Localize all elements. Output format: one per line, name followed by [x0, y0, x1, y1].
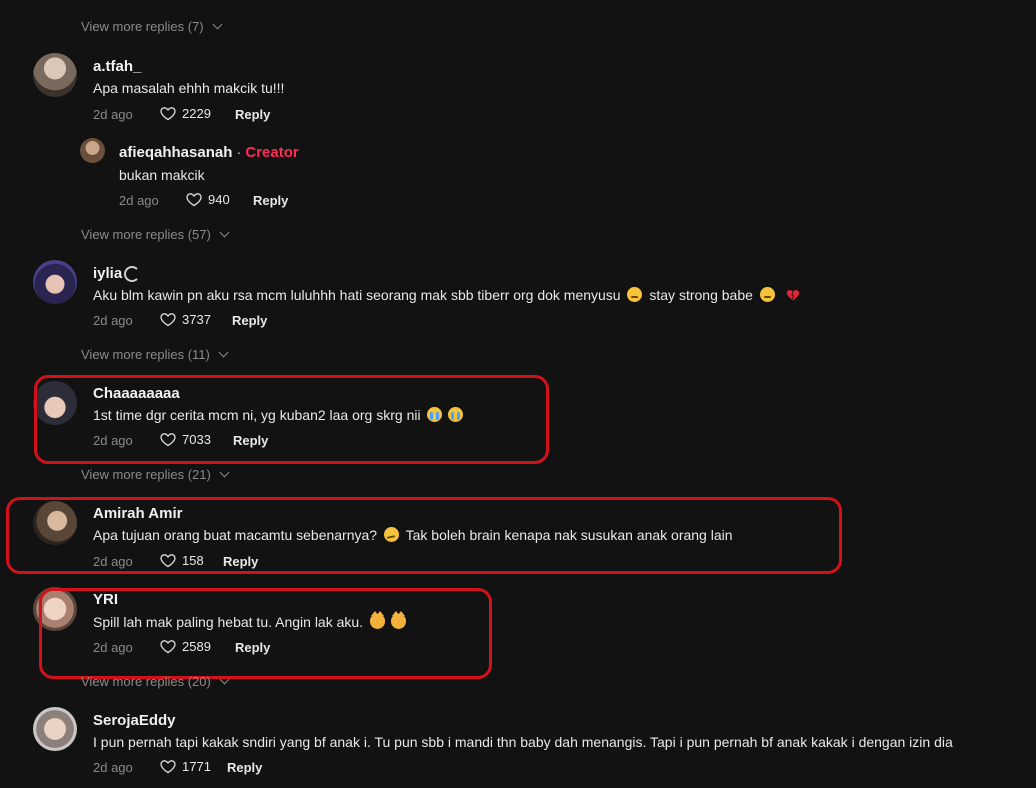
view-more-label: View more replies (57) — [81, 227, 211, 242]
comment-username[interactable]: Amirah Amir — [93, 505, 182, 522]
heart-outline-icon — [160, 313, 176, 327]
like-count: 2229 — [182, 106, 211, 121]
like-button[interactable]: 3737 — [160, 312, 211, 327]
reply-button[interactable]: Reply — [233, 433, 268, 448]
comment-text: Aku blm kawin pn aku rsa mcm luluhhh hat… — [93, 287, 621, 303]
sad-face-emoji-icon — [759, 287, 775, 302]
crying-face-emoji-icon — [427, 407, 443, 422]
comment-time: 2d ago — [93, 554, 133, 569]
swirl-icon — [124, 265, 141, 282]
comment-username[interactable]: afieqahhasanah — [119, 144, 232, 161]
creator-badge: Creator — [245, 144, 299, 161]
comment-text-line: Aku blm kawin pn aku rsa mcm luluhhh hat… — [93, 287, 800, 303]
comment-time: 2d ago — [93, 433, 133, 448]
comment-text: 1st time dgr cerita mcm ni, yg kuban2 la… — [93, 407, 421, 423]
like-count: 2589 — [182, 639, 211, 654]
comment-time: 2d ago — [93, 107, 133, 122]
like-count: 1771 — [182, 759, 211, 774]
separator-dot: · — [236, 144, 242, 161]
heart-outline-icon — [160, 760, 176, 774]
comment-username[interactable]: a.tfah_ — [93, 58, 141, 75]
view-more-replies[interactable]: View more replies (57) — [81, 227, 230, 242]
comment-text: Apa masalah ehhh makcik tu!!! — [93, 80, 285, 96]
chevron-down-icon — [219, 467, 230, 478]
comment-time: 2d ago — [93, 640, 133, 655]
comment-time: 2d ago — [119, 193, 159, 208]
reply-button[interactable]: Reply — [235, 640, 270, 655]
like-button[interactable]: 940 — [186, 192, 230, 207]
avatar[interactable] — [33, 707, 77, 751]
avatar[interactable] — [33, 381, 77, 425]
avatar[interactable] — [33, 501, 77, 545]
heart-outline-icon — [160, 107, 176, 121]
comment-text: bukan makcik — [119, 167, 205, 183]
pouting-cat-emoji-icon — [369, 611, 385, 629]
reply-button[interactable]: Reply — [232, 313, 267, 328]
view-more-replies[interactable]: View more replies (11) — [81, 347, 229, 362]
chevron-down-icon — [219, 674, 230, 685]
comment-username[interactable]: SerojaEddy — [93, 712, 176, 729]
comment-text-continued: stay strong babe — [649, 287, 753, 303]
thinking-face-emoji-icon — [383, 527, 399, 542]
view-more-label: View more replies (7) — [81, 19, 204, 34]
like-count: 7033 — [182, 432, 211, 447]
comment-text-line: Spill lah mak paling hebat tu. Angin lak… — [93, 611, 409, 630]
reply-button[interactable]: Reply — [223, 554, 258, 569]
view-more-replies[interactable]: View more replies (21) — [81, 467, 230, 482]
like-button[interactable]: 2229 — [160, 106, 211, 121]
chevron-down-icon — [219, 227, 230, 238]
comment-username[interactable]: Chaaaaaaaa — [93, 385, 180, 402]
broken-heart-emoji-icon — [786, 290, 799, 301]
sad-face-emoji-icon — [627, 287, 643, 302]
avatar[interactable] — [33, 53, 77, 97]
view-more-replies[interactable]: View more replies (7) — [81, 19, 223, 34]
comment-time: 2d ago — [93, 313, 133, 328]
heart-outline-icon — [160, 640, 176, 654]
comment-time: 2d ago — [93, 760, 133, 775]
pouting-cat-emoji-icon — [390, 611, 406, 629]
avatar[interactable] — [33, 587, 77, 631]
comment-text: Spill lah mak paling hebat tu. Angin lak… — [93, 614, 364, 630]
comment-username[interactable]: YRI — [93, 591, 118, 608]
heart-outline-icon — [160, 433, 176, 447]
view-more-label: View more replies (21) — [81, 467, 211, 482]
view-more-label: View more replies (11) — [81, 347, 210, 362]
avatar[interactable] — [33, 260, 77, 304]
chevron-down-icon — [218, 347, 229, 358]
like-count: 158 — [182, 553, 204, 568]
avatar[interactable] — [80, 138, 105, 163]
comment-text-line: Apa tujuan orang buat macamtu sebenarnya… — [93, 527, 733, 543]
like-button[interactable]: 7033 — [160, 432, 211, 447]
heart-outline-icon — [186, 193, 202, 207]
reply-button[interactable]: Reply — [235, 107, 270, 122]
reply-button[interactable]: Reply — [253, 193, 288, 208]
comment-text: I pun pernah tapi kakak sndiri yang bf a… — [93, 734, 953, 750]
chevron-down-icon — [212, 19, 223, 30]
like-button[interactable]: 158 — [160, 553, 204, 568]
comment-text: Apa tujuan orang buat macamtu sebenarnya… — [93, 527, 378, 543]
like-count: 3737 — [182, 312, 211, 327]
comment-username[interactable]: iylia — [93, 265, 122, 282]
comment-text-continued: Tak boleh brain kenapa nak susukan anak … — [405, 527, 733, 543]
view-more-replies[interactable]: View more replies (20) — [81, 674, 230, 689]
like-count: 940 — [208, 192, 230, 207]
like-button[interactable]: 2589 — [160, 639, 211, 654]
view-more-label: View more replies (20) — [81, 674, 211, 689]
crying-face-emoji-icon — [448, 407, 464, 422]
heart-outline-icon — [160, 554, 176, 568]
like-button[interactable]: 1771 — [160, 759, 211, 774]
reply-button[interactable]: Reply — [227, 760, 262, 775]
comment-text-line: 1st time dgr cerita mcm ni, yg kuban2 la… — [93, 407, 466, 423]
